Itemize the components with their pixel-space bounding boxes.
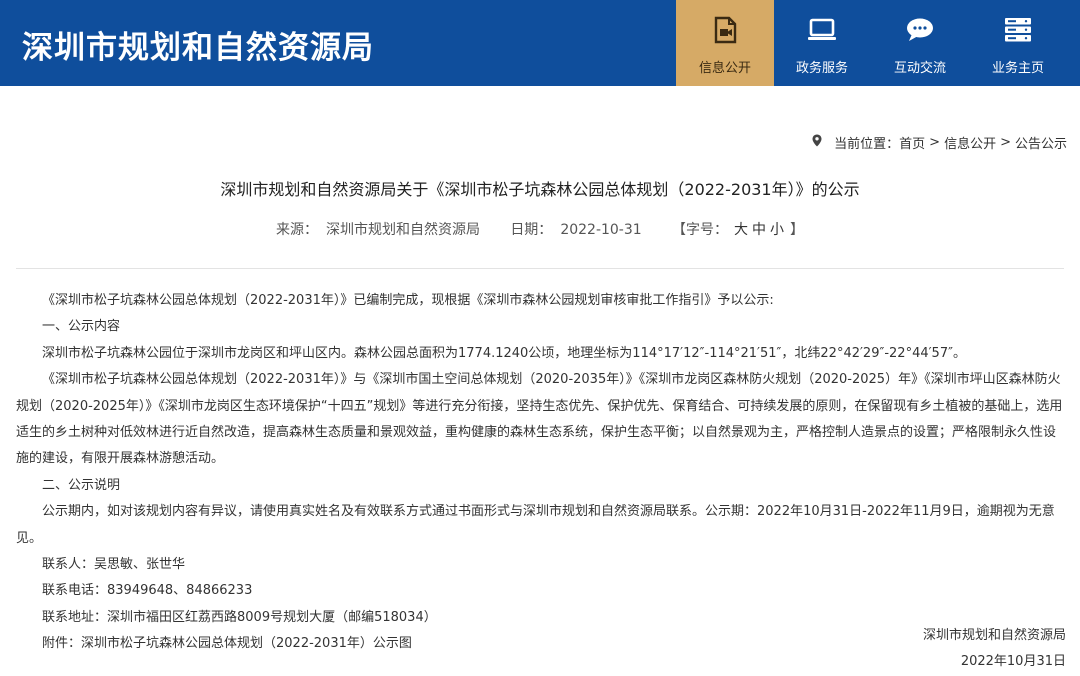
divider bbox=[16, 268, 1064, 269]
contact-phone: 联系电话：83949648、84866233 bbox=[42, 583, 253, 599]
font-size-close: 】 bbox=[789, 222, 804, 238]
breadcrumb-announcements[interactable]: 公告公示 bbox=[1015, 133, 1067, 152]
breadcrumb: 当前位置： 首页 > 信息公开 > 公告公示 bbox=[812, 133, 1067, 152]
attachment-link[interactable]: 附件：深圳市松子坑森林公园总体规划（2022-2031年）公示图 bbox=[16, 631, 1066, 657]
article-meta: 来源： 深圳市规划和自然资源局 日期： 2022-10-31 【字号： 大中小】 bbox=[0, 219, 1080, 239]
font-size-large-button[interactable]: 大 bbox=[734, 222, 748, 238]
nav-interaction[interactable]: 互动交流 bbox=[871, 0, 969, 86]
signature-org: 深圳市规划和自然资源局 bbox=[922, 628, 1066, 643]
contact-person: 联系人：吴思敏、张世华 bbox=[42, 557, 186, 573]
nav-gov-services[interactable]: 政务服务 bbox=[773, 0, 871, 86]
breadcrumb-info-public[interactable]: 信息公开 bbox=[944, 133, 996, 152]
font-size-small-button[interactable]: 小 bbox=[770, 222, 784, 238]
nav-business[interactable]: 业务主页 bbox=[969, 0, 1067, 86]
breadcrumb-separator: > bbox=[1000, 135, 1011, 150]
breadcrumb-home[interactable]: 首页 bbox=[899, 133, 925, 152]
chat-bubble-icon bbox=[904, 16, 936, 44]
source-value: 深圳市规划和自然资源局 bbox=[326, 222, 481, 238]
site-header: 深圳市规划和自然资源局 信息公开 政务服务 互动交流 业务主页 bbox=[0, 0, 1080, 86]
paragraph-location: 深圳市松子坑森林公园位于深圳市龙岗区和坪山区内。森林公园总面积为1774.124… bbox=[42, 345, 966, 361]
font-size-medium-button[interactable]: 中 bbox=[752, 222, 766, 238]
font-size-label: 【字号： bbox=[671, 222, 728, 238]
date-label: 日期： bbox=[510, 222, 553, 238]
article-title: 深圳市规划和自然资源局关于《深圳市松子坑森林公园总体规划（2022-2031年）… bbox=[220, 180, 860, 199]
section-heading-1: 一、公示内容 bbox=[42, 319, 121, 335]
paragraph-period: 公示期内，如对该规划内容有异议，请使用真实姓名及有效联系方式通过书面形式与深圳市… bbox=[16, 504, 1055, 546]
location-pin-icon bbox=[812, 134, 822, 151]
monitor-icon bbox=[806, 16, 838, 44]
breadcrumb-separator: > bbox=[929, 135, 941, 150]
paragraph-intro: 《深圳市松子坑森林公园总体规划（2022-2031年）》已编制完成，现根据《深圳… bbox=[42, 293, 774, 308]
nav-label: 业务主页 bbox=[991, 61, 1044, 76]
nav-label: 信息公开 bbox=[698, 61, 751, 76]
signature-date: 2022年10月31日 bbox=[960, 654, 1066, 669]
contact-address: 联系地址：深圳市福田区红荔西路8009号规划大厦（邮编518034） bbox=[42, 609, 437, 625]
section-heading-2: 二、公示说明 bbox=[42, 477, 121, 493]
server-icon bbox=[1002, 16, 1034, 44]
date-value: 2022-10-31 bbox=[560, 222, 642, 238]
nav-info-public[interactable]: 信息公开 bbox=[676, 0, 774, 86]
site-title[interactable]: 深圳市规划和自然资源局 bbox=[22, 22, 374, 67]
paragraph-planning: 《深圳市松子坑森林公园总体规划（2022-2031年）》与《深圳市国土空间总体规… bbox=[16, 372, 1063, 467]
nav-label: 互动交流 bbox=[893, 61, 946, 76]
nav-label: 政务服务 bbox=[795, 61, 848, 76]
breadcrumb-prefix: 当前位置： bbox=[834, 137, 900, 152]
article-content: 《深圳市松子坑森林公园总体规划（2022-2031年）》已编制完成，现根据《深圳… bbox=[16, 288, 1066, 658]
document-video-icon bbox=[709, 16, 741, 44]
source-label: 来源： bbox=[276, 222, 319, 238]
